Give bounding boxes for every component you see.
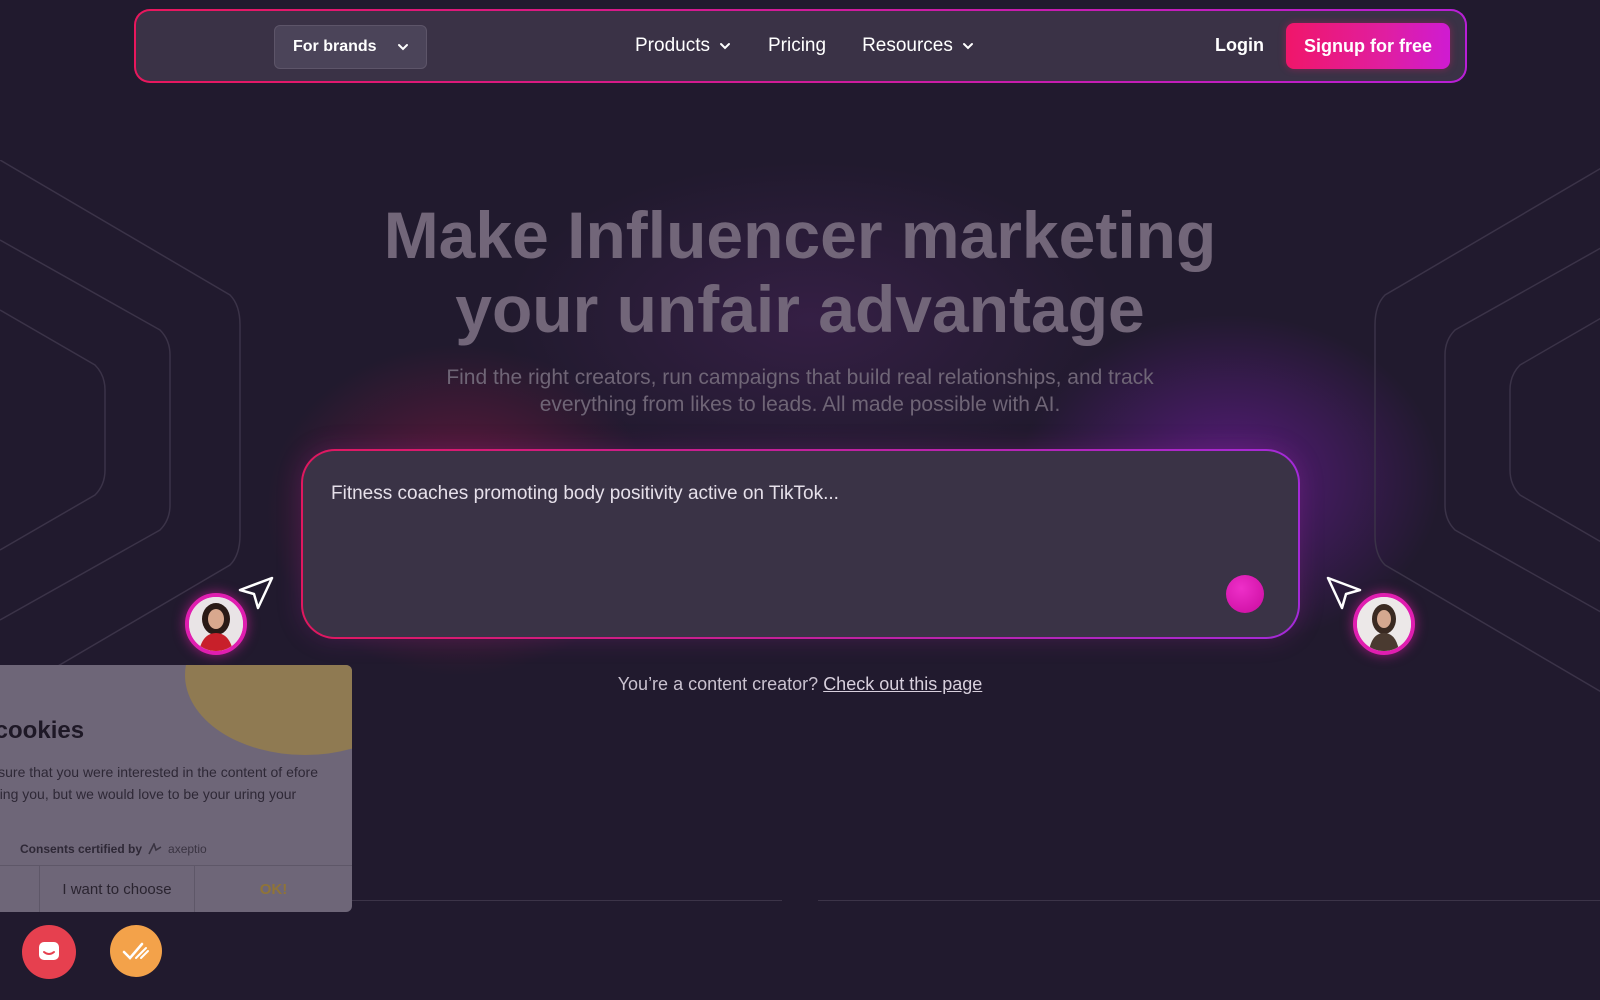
hero-title: Make Influencer marketing your unfair ad… <box>300 198 1300 346</box>
chat-widget-button[interactable] <box>22 925 76 979</box>
nav-item-pricing[interactable]: Pricing <box>768 35 826 57</box>
cookie-ok-button[interactable]: OK! <box>195 866 352 912</box>
nav-item-label: Products <box>635 35 710 56</box>
cookie-certification: Consents certified by axeptio <box>20 842 207 856</box>
creator-search-box <box>301 449 1300 639</box>
hero-subtitle: Find the right creators, run campaigns t… <box>400 364 1200 418</box>
cookie-action-empty <box>0 866 40 912</box>
hero-subtitle-line2: everything from likes to leads. All made… <box>539 393 1061 416</box>
hero-title-line2: your unfair advantage <box>455 272 1145 346</box>
cookie-text: make sure that you were interested in th… <box>0 764 318 802</box>
cookie-consent-banner: ne cookies make sure that you were inter… <box>0 665 352 912</box>
cookie-decoration <box>185 665 352 755</box>
chat-icon <box>39 942 59 960</box>
chevron-down-icon <box>719 43 730 50</box>
divider-notch <box>782 890 818 902</box>
avatar-image <box>189 597 243 651</box>
nav-item-products[interactable]: Products <box>635 35 732 57</box>
nav-item-label: Pricing <box>767 35 827 56</box>
chevron-down-icon <box>398 44 408 51</box>
cookie-certifier: axeptio <box>168 842 207 856</box>
login-link[interactable]: Login <box>1215 35 1264 56</box>
nav-links: Products Pricing Resources <box>635 11 975 81</box>
cookie-title: ne cookies <box>0 717 85 744</box>
creator-prompt-line: You’re a content creator? Check out this… <box>400 674 1200 695</box>
hero-subtitle-line1: Find the right creators, run campaigns t… <box>446 366 1154 389</box>
nav-item-label: Resources <box>862 35 953 56</box>
creator-avatar-right <box>1353 593 1415 655</box>
hero-title-line1: Make Influencer marketing <box>383 198 1217 272</box>
audience-select-label: For brands <box>293 38 377 55</box>
cookie-choose-button[interactable]: I want to choose <box>40 866 195 912</box>
creator-prompt-text: You’re a content creator? <box>617 674 819 694</box>
consent-settings-button[interactable] <box>110 925 162 977</box>
search-submit-button[interactable] <box>1226 575 1264 613</box>
cursor-arrow-icon <box>238 576 274 610</box>
audience-select[interactable]: For brands <box>274 25 427 69</box>
creator-avatar-left <box>185 593 247 655</box>
cursor-arrow-icon <box>1326 576 1362 610</box>
nav-item-resources[interactable]: Resources <box>862 35 975 57</box>
axeptio-logo-icon <box>148 843 162 855</box>
consent-checkmark-icon <box>122 942 149 960</box>
signup-button[interactable]: Signup for free <box>1286 23 1450 69</box>
cookie-certified-by: Consents certified by <box>20 842 143 856</box>
top-navbar: For brands Products Pricing Resources Lo… <box>134 9 1467 83</box>
creator-page-link[interactable]: Check out this page <box>823 674 982 694</box>
cookie-actions: I want to choose OK! <box>0 865 352 912</box>
avatar-image <box>1357 597 1411 651</box>
chevron-down-icon <box>962 43 973 50</box>
creator-search-input[interactable] <box>331 479 1231 509</box>
